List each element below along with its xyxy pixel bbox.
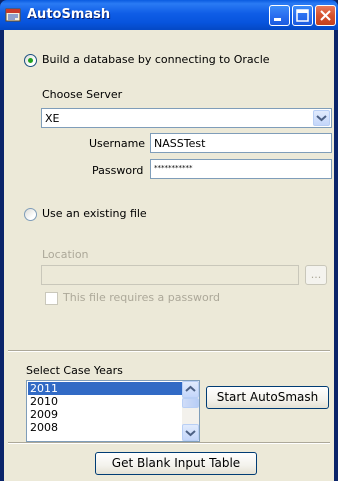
username-field[interactable]: NASSTest xyxy=(150,133,332,153)
minimize-button[interactable] xyxy=(269,5,290,26)
start-autosmash-label: Start AutoSmash xyxy=(216,390,319,404)
radio-selected-dot xyxy=(28,58,33,63)
section-divider xyxy=(8,350,330,352)
case-years-listbox[interactable]: 2011 2010 2009 2008 xyxy=(26,380,200,442)
username-label: Username xyxy=(89,137,146,150)
list-item-2008[interactable]: 2008 xyxy=(28,421,182,434)
password-label: Password xyxy=(92,164,144,177)
start-autosmash-button[interactable]: Start AutoSmash xyxy=(206,386,329,409)
chevron-down-icon xyxy=(185,430,196,437)
window-title: AutoSmash xyxy=(27,7,111,22)
requires-password-label: This file requires a password xyxy=(63,291,221,304)
maximize-icon xyxy=(296,9,309,22)
server-select-value: XE xyxy=(45,112,60,125)
autosmash-window: AutoSmash Build a database by connecting… xyxy=(0,0,338,481)
location-label: Location xyxy=(42,248,89,261)
get-blank-input-table-button[interactable]: Get Blank Input Table xyxy=(95,452,257,475)
list-item-2011[interactable]: 2011 xyxy=(28,382,182,395)
scroll-down-button[interactable] xyxy=(182,424,199,441)
chevron-up-icon xyxy=(185,385,196,392)
dialog-body: Build a database by connecting to Oracle… xyxy=(4,30,334,481)
browse-button[interactable]: ... xyxy=(305,265,327,285)
password-value: *********** xyxy=(154,164,193,172)
close-button[interactable] xyxy=(315,5,336,26)
requires-password-checkbox[interactable] xyxy=(45,292,58,305)
list-item-2010[interactable]: 2010 xyxy=(28,395,182,408)
title-bar[interactable]: AutoSmash xyxy=(0,0,338,30)
case-years-label: Select Case Years xyxy=(26,364,123,377)
password-field[interactable]: *********** xyxy=(150,159,332,179)
scroll-thumb[interactable] xyxy=(182,398,199,408)
existing-file-radio-label[interactable]: Use an existing file xyxy=(42,207,147,220)
get-blank-input-table-label: Get Blank Input Table xyxy=(111,456,241,470)
username-value: NASSTest xyxy=(154,137,206,150)
bottom-divider xyxy=(8,442,330,444)
server-select[interactable]: XE xyxy=(41,108,332,128)
dropdown-button[interactable] xyxy=(313,110,330,126)
close-icon xyxy=(320,10,331,21)
minimize-icon xyxy=(274,18,281,21)
maximize-button[interactable] xyxy=(292,5,313,26)
app-icon xyxy=(5,8,21,22)
scroll-up-button[interactable] xyxy=(182,381,199,398)
existing-file-radio[interactable] xyxy=(24,208,37,221)
chevron-down-icon xyxy=(316,115,327,122)
listbox-scrollbar[interactable] xyxy=(182,381,199,441)
list-item-2009[interactable]: 2009 xyxy=(28,408,182,421)
choose-server-label: Choose Server xyxy=(42,88,123,101)
oracle-radio-label[interactable]: Build a database by connecting to Oracle xyxy=(42,53,270,66)
oracle-radio[interactable] xyxy=(24,54,37,67)
location-field[interactable] xyxy=(41,265,299,285)
